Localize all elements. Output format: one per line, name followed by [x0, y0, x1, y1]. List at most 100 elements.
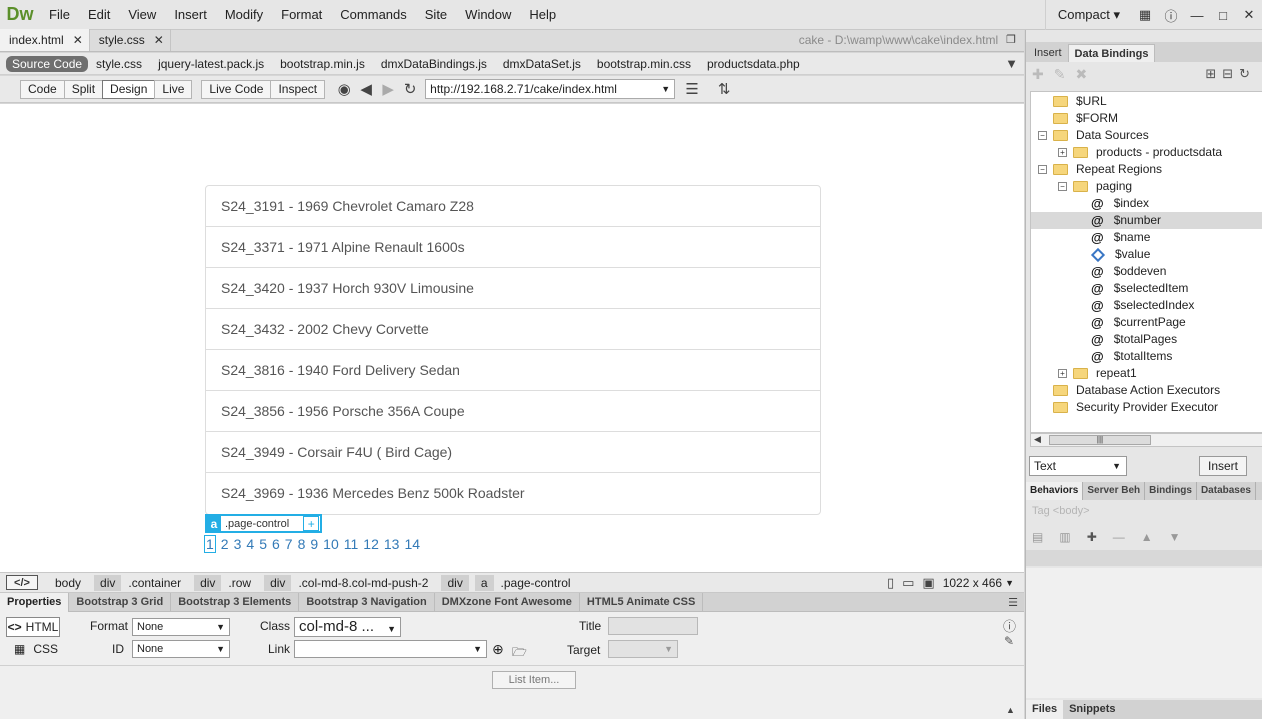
- edit-rule-icon[interactable]: ✎: [1004, 634, 1014, 648]
- tree-node[interactable]: Security Provider Executor: [1031, 399, 1262, 416]
- tab-bootstrap-elements[interactable]: Bootstrap 3 Elements: [171, 592, 300, 612]
- code-navigator-button[interactable]: </>: [6, 575, 38, 590]
- live-view-button[interactable]: Live: [154, 79, 193, 99]
- page-link[interactable]: 12: [363, 536, 379, 552]
- add-class-button[interactable]: +: [303, 516, 320, 531]
- tab-data-bindings[interactable]: Data Bindings: [1067, 44, 1156, 62]
- list-item[interactable]: S24_3969 - 1936 Mercedes Benz 500k Roads…: [206, 473, 820, 514]
- panel-menu-icon[interactable]: ☰: [1008, 596, 1024, 609]
- tree-node[interactable]: + products - productsdata: [1031, 144, 1262, 161]
- chevron-down-icon[interactable]: ▼: [661, 84, 670, 94]
- inspect-button[interactable]: Inspect: [270, 79, 326, 99]
- scroll-left-icon[interactable]: ◀: [1034, 434, 1041, 445]
- chevron-down-icon[interactable]: ▼: [1005, 578, 1014, 588]
- tab-server-behaviors[interactable]: Server Beh: [1083, 482, 1146, 500]
- page-link[interactable]: 14: [404, 536, 420, 552]
- tab-animate-css[interactable]: HTML5 Animate CSS: [580, 592, 704, 612]
- tree-node[interactable]: + repeat1: [1031, 365, 1262, 382]
- add-behavior-icon[interactable]: ✚: [1087, 530, 1097, 544]
- refresh-icon[interactable]: ↻: [399, 78, 421, 100]
- close-tab-icon[interactable]: ✕: [154, 33, 164, 47]
- tree-node[interactable]: − Repeat Regions: [1031, 161, 1262, 178]
- breadcrumb-item[interactable]: body: [48, 576, 88, 590]
- page-link[interactable]: 4: [246, 536, 254, 552]
- link-input[interactable]: ▼: [294, 640, 487, 658]
- tree-node[interactable]: $FORM: [1031, 110, 1262, 127]
- related-file-source-code[interactable]: Source Code: [6, 55, 89, 72]
- tree-node[interactable]: $value: [1031, 246, 1262, 263]
- related-file[interactable]: dmxDataBindings.js: [373, 57, 495, 71]
- menu-commands[interactable]: Commands: [331, 0, 415, 30]
- window-size[interactable]: 1022 x 466: [943, 576, 1002, 590]
- page-link[interactable]: 2: [221, 536, 229, 552]
- horizontal-scrollbar[interactable]: ◀ |||: [1030, 433, 1262, 447]
- insert-binding-button[interactable]: Insert: [1199, 456, 1247, 476]
- sync-settings-icon[interactable]: ▦: [1132, 0, 1158, 30]
- list-item[interactable]: S24_3949 - Corsair F4U ( Bird Cage): [206, 432, 820, 473]
- tree-node[interactable]: @ $selectedItem: [1031, 280, 1262, 297]
- add-binding-icon[interactable]: ✚: [1032, 66, 1044, 83]
- tree-node[interactable]: − Data Sources: [1031, 127, 1262, 144]
- collapse-icon[interactable]: −: [1038, 131, 1047, 140]
- tab-bootstrap-grid[interactable]: Bootstrap 3 Grid: [69, 592, 172, 612]
- list-item[interactable]: S24_3371 - 1971 Alpine Renault 1600s: [206, 227, 820, 268]
- page-link[interactable]: 8: [298, 536, 306, 552]
- related-file[interactable]: bootstrap.min.js: [272, 57, 373, 71]
- related-file[interactable]: productsdata.php: [699, 57, 808, 71]
- help-icon[interactable]: ⓘ: [1003, 616, 1016, 635]
- design-view[interactable]: S24_3191 - 1969 Chevrolet Camaro Z28 S24_…: [0, 104, 1024, 572]
- remove-behavior-icon[interactable]: —: [1113, 530, 1125, 544]
- phone-icon[interactable]: ▯: [887, 575, 894, 591]
- tree-node[interactable]: @ $currentPage: [1031, 314, 1262, 331]
- code-view-button[interactable]: Code: [20, 79, 65, 99]
- breadcrumb-item[interactable]: .page-control: [494, 576, 578, 590]
- workspace-switcher[interactable]: Compact ▾: [1044, 0, 1132, 30]
- menu-insert[interactable]: Insert: [165, 0, 216, 30]
- tree-node[interactable]: @ $selectedIndex: [1031, 297, 1262, 314]
- list-item[interactable]: S24_3816 - 1940 Ford Delivery Sedan: [206, 350, 820, 391]
- remove-binding-icon[interactable]: ✖: [1075, 66, 1087, 83]
- breadcrumb-item[interactable]: div: [194, 574, 222, 591]
- page-link[interactable]: 7: [285, 536, 293, 552]
- sync-arrows-icon[interactable]: ⇅: [713, 78, 735, 100]
- menu-view[interactable]: View: [119, 0, 165, 30]
- target-select[interactable]: ▼: [608, 640, 678, 658]
- tablet-icon[interactable]: ▭: [902, 575, 914, 591]
- menu-format[interactable]: Format: [272, 0, 331, 30]
- breadcrumb-item[interactable]: div: [441, 574, 469, 591]
- tab-index-html[interactable]: index.html ✕: [0, 29, 90, 51]
- page-link[interactable]: 3: [234, 536, 242, 552]
- tree-node[interactable]: @ $index: [1031, 195, 1262, 212]
- element-class[interactable]: .page-control: [221, 518, 303, 530]
- menu-site[interactable]: Site: [416, 0, 456, 30]
- menu-modify[interactable]: Modify: [216, 0, 272, 30]
- tree-node[interactable]: @ $number: [1031, 212, 1262, 229]
- tree-node[interactable]: $URL: [1031, 93, 1262, 110]
- tab-properties[interactable]: Properties: [0, 592, 70, 612]
- related-file[interactable]: dmxDataSet.js: [495, 57, 589, 71]
- related-file[interactable]: bootstrap.min.css: [589, 57, 699, 71]
- breadcrumb-item[interactable]: .col-md-8.col-md-push-2: [291, 576, 435, 590]
- page-link[interactable]: 13: [384, 536, 400, 552]
- list-item[interactable]: S24_3191 - 1969 Chevrolet Camaro Z28: [206, 186, 820, 227]
- tab-bootstrap-navigation[interactable]: Bootstrap 3 Navigation: [299, 592, 435, 612]
- tree-node[interactable]: @ $totalItems: [1031, 348, 1262, 365]
- tree-node[interactable]: @ $oddeven: [1031, 263, 1262, 280]
- filter-icon[interactable]: ▼: [1005, 56, 1018, 71]
- show-all-events-icon[interactable]: ▥: [1059, 530, 1070, 544]
- tree-tools-icons[interactable]: ⊞⊟↻: [1205, 66, 1256, 82]
- globe-icon[interactable]: ◉: [333, 78, 355, 100]
- browse-folder-icon[interactable]: 🗁: [512, 643, 527, 664]
- move-down-icon[interactable]: ▼: [1169, 530, 1181, 544]
- live-code-button[interactable]: Live Code: [201, 79, 272, 99]
- breadcrumb-item[interactable]: div: [264, 574, 292, 591]
- menu-file[interactable]: File: [40, 0, 79, 30]
- tab-bindings[interactable]: Bindings: [1145, 482, 1197, 500]
- tab-behaviors[interactable]: Behaviors: [1026, 482, 1084, 500]
- tab-insert[interactable]: Insert: [1028, 44, 1068, 62]
- collapse-icon[interactable]: −: [1038, 165, 1047, 174]
- menu-edit[interactable]: Edit: [79, 0, 119, 30]
- page-link[interactable]: 10: [323, 536, 339, 552]
- breadcrumb-item[interactable]: div: [94, 574, 122, 591]
- point-to-file-icon[interactable]: ⊕: [492, 641, 504, 658]
